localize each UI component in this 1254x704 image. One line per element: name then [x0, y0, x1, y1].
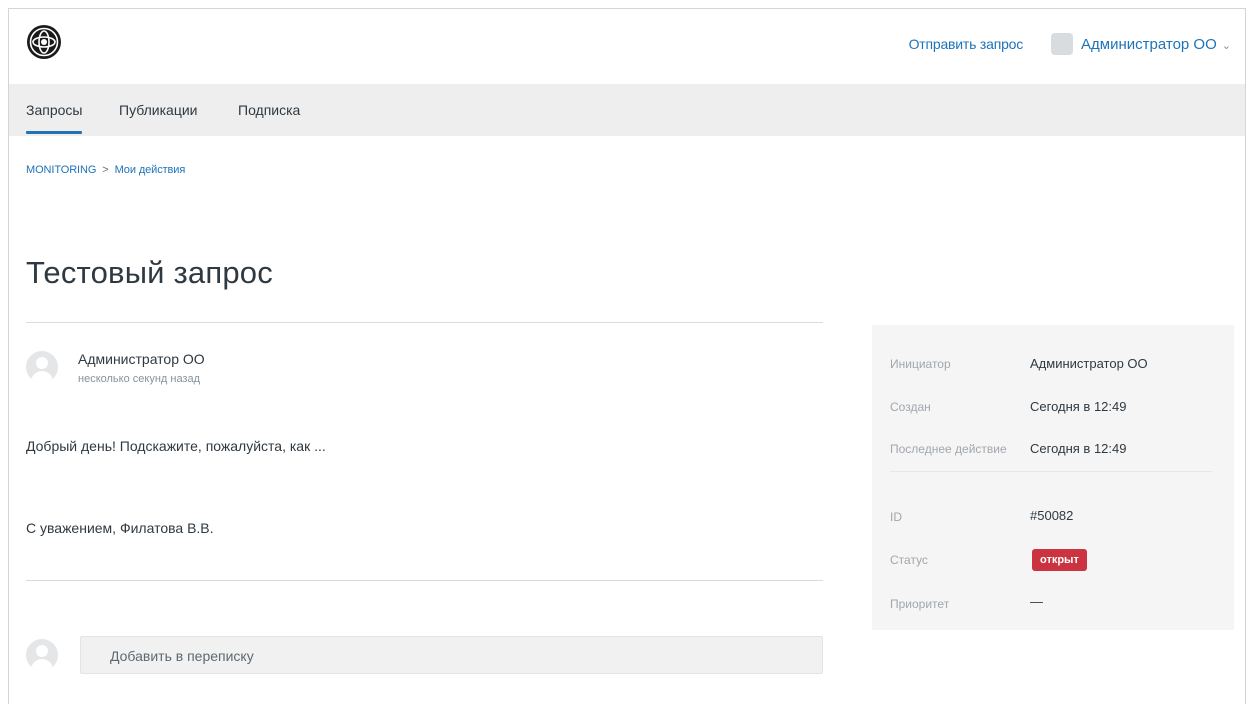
status-badge: открыт — [1032, 549, 1087, 571]
created-value: Сегодня в 12:49 — [1030, 399, 1127, 414]
author-avatar — [26, 351, 58, 383]
tab-subscription[interactable]: Подписка — [238, 102, 300, 118]
panel-divider — [890, 471, 1212, 472]
user-menu[interactable]: Администратор ОО ⌄ — [1051, 33, 1231, 55]
breadcrumb: MONITORING > Мои действия — [26, 164, 185, 176]
status-label: Статус — [890, 553, 928, 567]
user-avatar — [1051, 33, 1074, 55]
submit-request-link[interactable]: Отправить запрос — [909, 36, 1024, 52]
reply-input[interactable]: Добавить в переписку — [80, 636, 823, 674]
reply-placeholder: Добавить в переписку — [110, 648, 254, 664]
priority-value: — — [1030, 594, 1043, 609]
initiator-value: Администратор ОО — [1030, 356, 1148, 371]
comment-time: несколько секунд назад — [78, 373, 201, 385]
comment-author[interactable]: Администратор ОО — [78, 351, 205, 367]
top-bar: Отправить запрос Администратор ОО ⌄ — [9, 9, 1245, 84]
main-nav: Запросы Публикации Подписка — [9, 84, 1245, 136]
created-label: Создан — [890, 400, 931, 414]
current-user-avatar — [26, 639, 58, 671]
id-value: #50082 — [1030, 508, 1074, 523]
comment-signature: С уважением, Филатова В.В. — [26, 520, 214, 536]
tab-publications[interactable]: Публикации — [119, 102, 197, 118]
id-label: ID — [890, 510, 902, 524]
user-name: Администратор ОО — [1081, 35, 1217, 53]
last-action-label: Последнее действие — [890, 442, 1007, 456]
tab-requests[interactable]: Запросы — [26, 102, 83, 134]
divider-top — [26, 322, 823, 323]
page-title: Тестовый запрос — [26, 255, 273, 290]
comment-body-line: Добрый день! Подскажите, пожалуйста, как… — [26, 438, 326, 454]
divider-bottom — [26, 580, 823, 581]
breadcrumb-separator: > — [102, 164, 109, 176]
page-frame: Отправить запрос Администратор ОО ⌄ Запр… — [8, 8, 1246, 704]
chevron-down-icon: ⌄ — [1221, 39, 1231, 52]
breadcrumb-item-monitoring[interactable]: MONITORING — [26, 164, 96, 176]
initiator-label: Инициатор — [890, 357, 951, 371]
priority-label: Приоритет — [890, 597, 950, 611]
breadcrumb-item-my-activities[interactable]: Мои действия — [115, 164, 186, 176]
last-action-value: Сегодня в 12:49 — [1030, 441, 1127, 456]
request-details-panel: Инициатор Администратор ОО Создан Сегодн… — [872, 325, 1234, 630]
company-logo[interactable] — [25, 23, 63, 61]
